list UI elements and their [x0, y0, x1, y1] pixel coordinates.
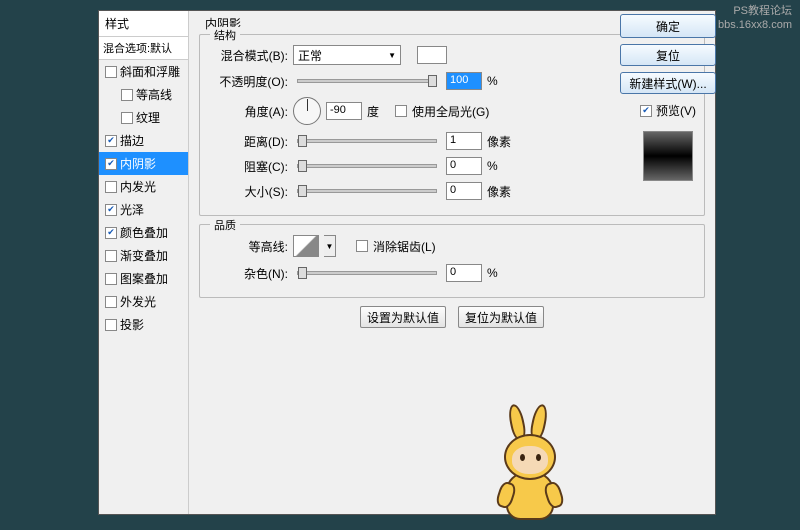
angle-unit: 度 — [367, 103, 379, 120]
preview-thumbnail — [643, 131, 693, 181]
style-label: 图案叠加 — [120, 270, 168, 287]
global-light-label: 使用全局光(G) — [412, 103, 489, 120]
chevron-down-icon: ▼ — [388, 51, 396, 60]
style-item-0[interactable]: 斜面和浮雕 — [99, 60, 188, 83]
style-item-4[interactable]: 内阴影 — [99, 152, 188, 175]
blend-mode-dropdown[interactable]: 正常 ▼ — [293, 45, 401, 65]
noise-label: 杂色(N): — [210, 265, 288, 282]
dialog-right-buttons: 确定 复位 新建样式(W)... 预览(V) — [618, 14, 718, 181]
cancel-button[interactable]: 复位 — [620, 44, 716, 66]
style-item-9[interactable]: 图案叠加 — [99, 267, 188, 290]
distance-input[interactable]: 1 — [446, 132, 482, 150]
set-default-button[interactable]: 设置为默认值 — [360, 306, 446, 328]
style-label: 光泽 — [120, 201, 144, 218]
mascot-icon — [474, 410, 594, 530]
style-label: 描边 — [120, 132, 144, 149]
choke-label: 阻塞(C): — [210, 158, 288, 175]
noise-input[interactable]: 0 — [446, 264, 482, 282]
style-item-10[interactable]: 外发光 — [99, 290, 188, 313]
styles-list: 样式 混合选项:默认 斜面和浮雕等高线纹理描边内阴影内发光光泽颜色叠加渐变叠加图… — [99, 11, 189, 514]
style-label: 纹理 — [136, 109, 160, 126]
distance-slider[interactable] — [297, 139, 437, 143]
style-checkbox[interactable] — [105, 181, 117, 193]
style-item-2[interactable]: 纹理 — [99, 106, 188, 129]
style-checkbox[interactable] — [105, 66, 117, 78]
style-label: 渐变叠加 — [120, 247, 168, 264]
reset-default-button[interactable]: 复位为默认值 — [458, 306, 544, 328]
styles-header: 样式 — [99, 11, 188, 37]
preview-checkbox[interactable] — [640, 105, 652, 117]
global-light-checkbox[interactable] — [395, 105, 407, 117]
style-item-5[interactable]: 内发光 — [99, 175, 188, 198]
distance-label: 距离(D): — [210, 133, 288, 150]
style-item-1[interactable]: 等高线 — [99, 83, 188, 106]
style-label: 内发光 — [120, 178, 156, 195]
style-label: 等高线 — [136, 86, 172, 103]
style-item-6[interactable]: 光泽 — [99, 198, 188, 221]
size-input[interactable]: 0 — [446, 182, 482, 200]
shadow-color-swatch[interactable] — [417, 46, 447, 64]
size-unit: 像素 — [487, 183, 517, 200]
quality-fieldset: 品质 等高线: ▼ 消除锯齿(L) 杂色(N): 0 % — [199, 224, 705, 298]
structure-legend: 结构 — [210, 27, 240, 43]
size-label: 大小(S): — [210, 183, 288, 200]
choke-unit: % — [487, 159, 517, 173]
style-checkbox[interactable] — [105, 296, 117, 308]
watermark: PS教程论坛 bbs.16xx8.com — [718, 4, 792, 33]
opacity-input[interactable]: 100 — [446, 72, 482, 90]
style-checkbox[interactable] — [105, 227, 117, 239]
style-label: 斜面和浮雕 — [120, 63, 180, 80]
new-style-button[interactable]: 新建样式(W)... — [620, 72, 716, 94]
size-slider[interactable] — [297, 189, 437, 193]
choke-input[interactable]: 0 — [446, 157, 482, 175]
ok-button[interactable]: 确定 — [620, 14, 716, 38]
style-checkbox[interactable] — [105, 158, 117, 170]
style-checkbox[interactable] — [121, 89, 133, 101]
opacity-slider[interactable] — [297, 79, 437, 83]
angle-input[interactable]: -90 — [326, 102, 362, 120]
style-checkbox[interactable] — [105, 135, 117, 147]
style-label: 投影 — [120, 316, 144, 333]
style-label: 外发光 — [120, 293, 156, 310]
contour-dropdown-arrow[interactable]: ▼ — [324, 235, 336, 257]
blend-options-row[interactable]: 混合选项:默认 — [99, 37, 188, 60]
style-label: 颜色叠加 — [120, 224, 168, 241]
opacity-unit: % — [487, 74, 517, 88]
style-item-11[interactable]: 投影 — [99, 313, 188, 336]
style-item-8[interactable]: 渐变叠加 — [99, 244, 188, 267]
style-checkbox[interactable] — [105, 273, 117, 285]
style-checkbox[interactable] — [105, 250, 117, 262]
contour-picker[interactable] — [293, 235, 319, 257]
style-item-7[interactable]: 颜色叠加 — [99, 221, 188, 244]
blend-mode-label: 混合模式(B): — [210, 47, 288, 64]
quality-legend: 品质 — [210, 217, 240, 233]
distance-unit: 像素 — [487, 133, 517, 150]
style-item-3[interactable]: 描边 — [99, 129, 188, 152]
angle-label: 角度(A): — [210, 103, 288, 120]
style-checkbox[interactable] — [105, 319, 117, 331]
antialias-label: 消除锯齿(L) — [373, 238, 436, 255]
style-checkbox[interactable] — [105, 204, 117, 216]
antialias-checkbox[interactable] — [356, 240, 368, 252]
choke-slider[interactable] — [297, 164, 437, 168]
opacity-label: 不透明度(O): — [210, 73, 288, 90]
angle-dial[interactable] — [293, 97, 321, 125]
noise-slider[interactable] — [297, 271, 437, 275]
style-label: 内阴影 — [120, 155, 156, 172]
contour-label: 等高线: — [210, 238, 288, 255]
preview-label: 预览(V) — [656, 102, 696, 119]
style-checkbox[interactable] — [121, 112, 133, 124]
noise-unit: % — [487, 266, 517, 280]
